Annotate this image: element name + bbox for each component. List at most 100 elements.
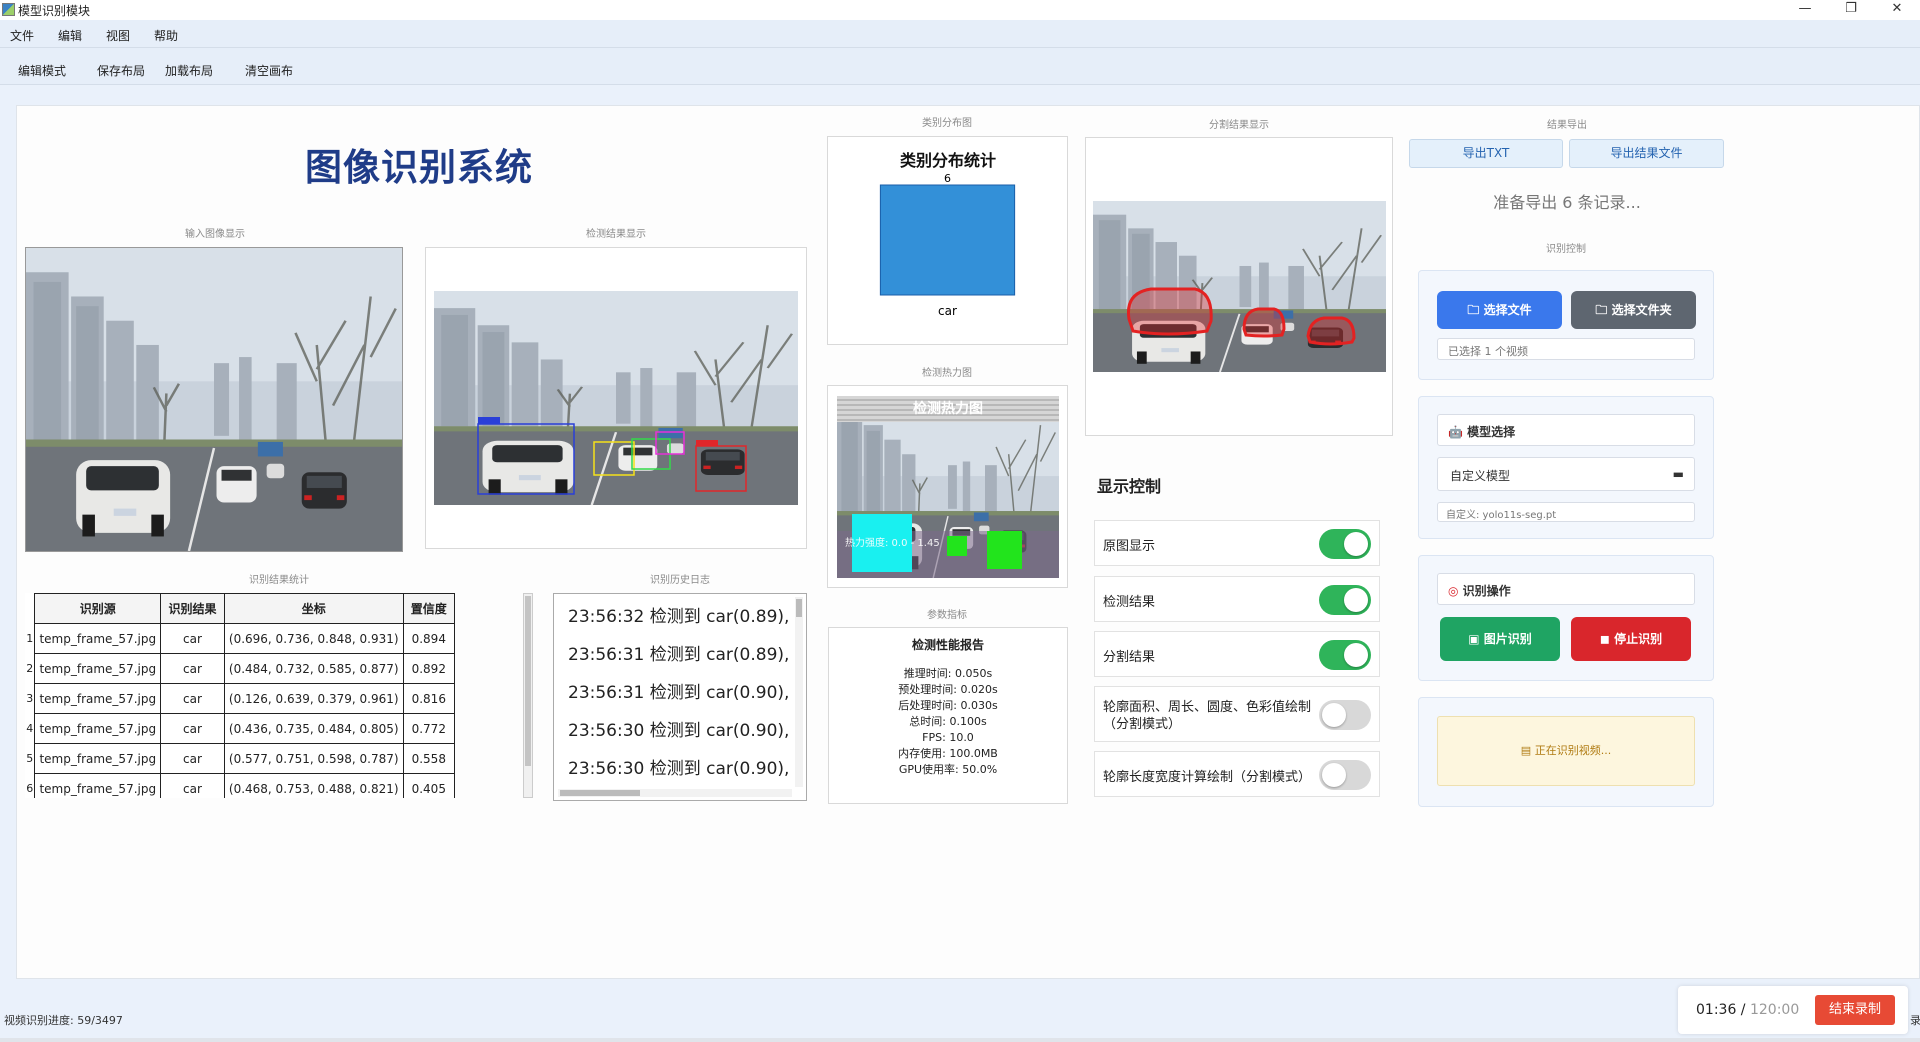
progress-status: 视频识别进度: 59/3497 (4, 1014, 123, 1027)
history-log: 23:56:32 检测到 car(0.89), car( 23:56:31 检测… (553, 593, 807, 801)
cell-source: temp_frame_57.jpg (34, 683, 162, 714)
heatmap-caption: 检测热力图 (922, 368, 972, 379)
table-header[interactable]: 识别结果 (160, 593, 225, 624)
model-path-field[interactable]: 自定义: yolo11s-seg.pt (1437, 502, 1695, 522)
menu-edit[interactable]: 编辑 (58, 27, 82, 44)
segment-toggle[interactable] (1319, 640, 1371, 670)
table-row[interactable]: 5 temp_frame_57.jpg car (0.577, 0.751, 0.59… (25, 743, 455, 774)
table-row[interactable]: 2 temp_frame_57.jpg car (0.484, 0.732, 0.58… (25, 653, 455, 684)
close-icon[interactable]: ✕ (1874, 0, 1920, 20)
contour-area-toggle[interactable] (1319, 700, 1371, 730)
segment-panel (1085, 137, 1393, 436)
report-line: 后处理时间: 0.030s (898, 699, 998, 712)
table-scrollbar-thumb[interactable] (525, 596, 531, 766)
clear-canvas-button[interactable]: 清空画布 (245, 62, 293, 79)
save-layout-button[interactable]: 保存布局 (97, 62, 145, 79)
row-index: 5 (26, 752, 34, 765)
contour-length-toggle[interactable] (1319, 760, 1371, 790)
cell-confidence: 0.558 (402, 743, 455, 774)
model-title: 模型选择 (1467, 425, 1516, 439)
original-toggle[interactable] (1319, 529, 1371, 559)
ops-title: 识别操作 (1462, 584, 1511, 598)
table-row[interactable]: 4 temp_frame_57.jpg car (0.436, 0.735, 0.48… (25, 713, 455, 744)
cell-confidence: 0.894 (402, 623, 455, 654)
export-txt-button[interactable]: 导出TXT (1409, 139, 1563, 168)
model-select[interactable]: 自定义模型 ▬ (1437, 457, 1695, 491)
page-title: 图像识别系统 (305, 146, 533, 189)
table-row[interactable]: 6 temp_frame_57.jpg car (0.468, 0.753, 0.48… (25, 773, 455, 798)
restore-icon[interactable]: ❐ (1828, 0, 1874, 20)
choose-file-button[interactable]: 🗀 选择文件 (1437, 291, 1562, 329)
recording-total: 120:00 (1749, 1002, 1800, 1018)
bar-chart: 类别分布统计 6 car (879, 151, 1016, 318)
report-panel: 检测性能报告 推理时间: 0.050s 预处理时间: 0.020s 后处理时间:… (828, 627, 1068, 804)
display-control-title: 显示控制 (1097, 477, 1162, 496)
report-line: GPU使用率: 50.0% (898, 763, 998, 776)
table-header[interactable]: 识别源 (34, 593, 162, 624)
load-layout-button[interactable]: 加载布局 (165, 62, 213, 79)
menu-file[interactable]: 文件 (10, 27, 34, 44)
table-row[interactable]: 1 temp_frame_57.jpg car (0.696, 0.736, 0.84… (25, 623, 455, 654)
table-header[interactable]: 坐标 (223, 593, 404, 624)
status-edge-text: 录 (1910, 1014, 1920, 1027)
log-entry: 23:56:30 检测到 car(0.90), car( (568, 721, 794, 741)
menu-bar: 文件 编辑 视图 帮助 (0, 20, 1920, 47)
toggle-row-detect: 检测结果 (1094, 576, 1380, 622)
toggle-label: 轮廓长度宽度计算绘制（分割模式） (1103, 770, 1312, 785)
stats-table: 识别源 识别结果 坐标 置信度 1 temp_frame_57.jpg car (0.… (25, 593, 455, 798)
heatmap-title: 检测热力图 (913, 400, 983, 417)
toggle-label-line2: （分割模式） (1103, 717, 1182, 732)
input-caption: 输入图像显示 (185, 229, 245, 240)
params-caption: 参数指标 (927, 610, 967, 621)
cell-source: temp_frame_57.jpg (34, 653, 162, 684)
log-hscroll[interactable] (558, 789, 792, 797)
chart-title: 类别分布统计 (900, 151, 996, 170)
table-header[interactable]: 置信度 (402, 593, 455, 624)
recording-sep: / (1736, 1002, 1750, 1018)
toggle-label: 分割结果 (1103, 650, 1156, 665)
stop-recognize-label: 停止识别 (1614, 632, 1663, 646)
choose-folder-label: 选择文件夹 (1611, 303, 1672, 317)
model-card: 🤖 模型选择 自定义模型 ▬ 自定义: yolo11s-seg.pt (1418, 396, 1714, 539)
table-scrollbar[interactable] (523, 593, 533, 798)
log-hscroll-thumb[interactable] (560, 790, 640, 796)
toggle-label: 轮廓面积、周长、圆度、色彩值绘制 （分割模式） (1103, 699, 1311, 733)
image-recognize-button[interactable]: ▣ 图片识别 (1440, 617, 1560, 661)
log-vscroll-thumb[interactable] (796, 599, 802, 617)
choose-folder-button[interactable]: 🗀 选择文件夹 (1571, 291, 1696, 329)
cell-source: temp_frame_57.jpg (34, 773, 162, 798)
cell-source: temp_frame_57.jpg (34, 623, 162, 654)
cell-coord: (0.577, 0.751, 0.598, 0.787) (223, 743, 404, 774)
stop-recording-button[interactable]: 结束录制 (1815, 995, 1895, 1025)
minimize-icon[interactable]: — (1782, 0, 1828, 20)
heatmap-panel: 检测热力图 热力强度: 0.0 - 1.45 (827, 385, 1068, 588)
cell-confidence: 0.405 (402, 773, 455, 798)
edit-mode-button[interactable]: 编辑模式 (18, 62, 66, 79)
row-index: 1 (26, 632, 34, 645)
status-card: ▤ 正在识别视频... (1418, 697, 1714, 807)
stop-recognize-button[interactable]: ◼ 停止识别 (1571, 617, 1691, 661)
menu-help[interactable]: 帮助 (154, 27, 178, 44)
toggle-row-contour-length: 轮廓长度宽度计算绘制（分割模式） (1094, 751, 1380, 797)
log-vscroll[interactable] (795, 597, 803, 787)
bar-value-label: 6 (944, 172, 951, 185)
detect-caption: 检测结果显示 (586, 229, 646, 240)
ops-card: ◎ 识别操作 ▣ 图片识别 ◼ 停止识别 (1418, 555, 1714, 681)
cell-class: car (160, 653, 225, 684)
folder-icon: 🗀 (1467, 303, 1480, 317)
log-entry: 23:56:32 检测到 car(0.89), car( (568, 607, 794, 627)
input-image (25, 247, 403, 552)
export-file-button[interactable]: 导出结果文件 (1569, 139, 1724, 168)
menu-view[interactable]: 视图 (106, 27, 130, 44)
image-icon: ▣ (1468, 632, 1480, 646)
app-icon (2, 3, 15, 16)
recognition-status-text: 正在识别视频... (1534, 744, 1612, 757)
recording-widget: 01:36 / 120:00 结束录制 (1678, 986, 1908, 1034)
table-row[interactable]: 3 temp_frame_57.jpg car (0.126, 0.639, 0.37… (25, 683, 455, 714)
cell-coord: (0.696, 0.736, 0.848, 0.931) (223, 623, 404, 654)
detect-image (434, 291, 798, 505)
export-status: 准备导出 6 条记录... (1493, 193, 1641, 212)
detect-toggle[interactable] (1319, 585, 1371, 615)
category-label: car (938, 304, 957, 318)
cell-class: car (160, 623, 225, 654)
